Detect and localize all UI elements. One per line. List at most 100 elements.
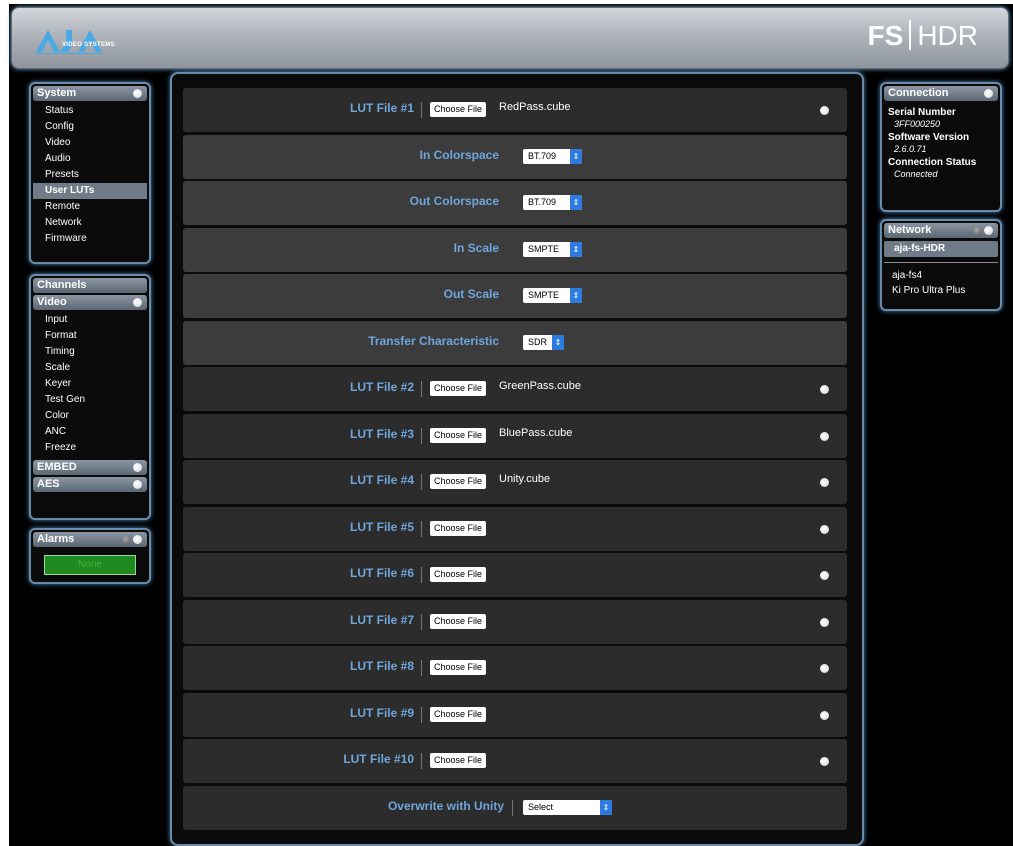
system-panel-header[interactable]: System [33, 86, 147, 101]
sidebar-item-audio[interactable]: Audio [31, 151, 149, 167]
sidebar-item-status[interactable]: Status [31, 103, 149, 119]
collapse-icon[interactable] [984, 89, 993, 98]
system-panel-title: System [37, 87, 77, 99]
choose-file-button[interactable]: Choose File [430, 567, 487, 582]
lut-setting-row: In Scale SMPTE ⇕ [183, 227, 847, 272]
select-value: BT.709 [528, 150, 557, 161]
sidebar-item-video[interactable]: Video [31, 135, 149, 151]
expand-icon[interactable] [820, 106, 829, 115]
sidebar-item-remote[interactable]: Remote [31, 199, 149, 215]
app-window: VIDEO SYSTEMS FS HDR System Status Config V… [9, 4, 1013, 846]
alarms-panel-header[interactable]: Alarms [33, 532, 147, 547]
connection-panel-header[interactable]: Connection [884, 86, 998, 101]
row-divider [421, 567, 422, 583]
connection-status-label: Connection Status [888, 157, 977, 168]
connection-status-value: Connected [894, 169, 938, 179]
select-value: Select [528, 801, 554, 812]
choose-file-button[interactable]: Choose File [430, 102, 487, 117]
sidebar-item-firmware[interactable]: Firmware [31, 231, 149, 247]
header-bar: VIDEO SYSTEMS FS HDR [11, 7, 1009, 69]
sidebar-item-format[interactable]: Format [31, 328, 149, 344]
expand-icon[interactable] [820, 385, 829, 394]
lut-file-row: LUT File #6 Choose File [183, 553, 847, 597]
expand-icon[interactable] [820, 710, 829, 720]
expand-icon[interactable] [820, 524, 829, 534]
sidebar-item-user-luts[interactable]: User LUTs [33, 183, 147, 199]
choose-file-button[interactable]: Choose File [430, 381, 487, 396]
expand-icon[interactable] [133, 463, 142, 472]
collapse-icon[interactable] [133, 535, 142, 544]
lut-file-label: LUT File #3 [349, 426, 414, 441]
product-fs: FS [867, 20, 904, 51]
channels-panel-title: Channels [37, 279, 87, 291]
sidebar-item-test-gen[interactable]: Test Gen [31, 392, 149, 408]
lut-file-row: LUT File #8 Choose File [183, 646, 847, 690]
expand-icon[interactable] [820, 571, 829, 580]
network-device-item[interactable]: aja-fs4 [882, 268, 1000, 283]
row-divider [512, 799, 513, 816]
network-device-item[interactable]: Ki Pro Ultra Plus [882, 283, 1000, 298]
sidebar-item-timing[interactable]: Timing [31, 344, 149, 360]
product-separator [909, 20, 912, 50]
lut-setting-row: Out Colorspace BT.709 ⇕ [183, 181, 847, 225]
sidebar-item-keyer[interactable]: Keyer [31, 376, 149, 392]
collapse-icon[interactable] [133, 89, 142, 98]
collapse-icon[interactable] [984, 226, 993, 235]
lut-setting-select[interactable]: SMPTE ⇕ [523, 241, 582, 257]
choose-file-button[interactable]: Choose File [430, 613, 487, 629]
aes-section-header[interactable]: AES [33, 477, 147, 492]
select-arrow-icon: ⇕ [570, 241, 582, 257]
expand-icon[interactable] [133, 480, 142, 489]
lut-setting-select[interactable]: SDR ⇕ [523, 334, 564, 350]
channels-panel-header[interactable]: Channels [33, 278, 147, 293]
lut-setting-select[interactable]: BT.709 ⇕ [523, 195, 582, 210]
lut-setting-select[interactable]: BT.709 ⇕ [523, 148, 582, 164]
video-section-header[interactable]: Video [33, 295, 147, 310]
sidebar-item-input[interactable]: Input [31, 312, 149, 328]
expand-icon[interactable] [820, 664, 829, 673]
lut-file-row: LUT File #1 Choose File RedPass.cube [183, 88, 847, 132]
link-icon[interactable] [973, 226, 982, 235]
lut-setting-row: In Colorspace BT.709 ⇕ [183, 134, 847, 179]
system-nav: Status Config Video Audio Presets User LUTs Re… [31, 103, 149, 247]
collapse-icon[interactable] [133, 298, 142, 307]
choose-file-button[interactable]: Choose File [430, 474, 487, 489]
connection-panel-title: Connection [888, 87, 949, 99]
choose-file-button[interactable]: Choose File [430, 753, 487, 768]
select-value: SMPTE [528, 243, 560, 254]
lut-file-name: BluePass.cube [499, 426, 573, 439]
lut-file-name: GreenPass.cube [499, 380, 581, 392]
expand-icon[interactable] [820, 617, 829, 627]
sidebar-item-config[interactable]: Config [31, 119, 149, 135]
expand-icon[interactable] [820, 757, 829, 766]
sidebar-item-scale[interactable]: Scale [31, 360, 149, 376]
sidebar-item-presets[interactable]: Presets [31, 167, 149, 183]
select-value: SDR [528, 336, 548, 347]
embed-section-header[interactable]: EMBED [33, 460, 147, 475]
choose-file-button[interactable]: Choose File [430, 706, 487, 722]
network-device-selected[interactable]: aja-fs-HDR [884, 241, 998, 257]
lut-file-label: LUT File #2 [349, 380, 414, 394]
sidebar-item-anc[interactable]: ANC [31, 424, 149, 440]
select-arrow-icon: ⇕ [600, 799, 612, 815]
alarm-status: None [44, 555, 136, 575]
lut-setting-select[interactable]: SMPTE ⇕ [523, 288, 582, 303]
product-hdr: HDR [917, 20, 978, 51]
logo-subtitle: VIDEO SYSTEMS [62, 42, 115, 48]
select-arrow-icon: ⇕ [570, 148, 582, 164]
sidebar-item-network[interactable]: Network [31, 215, 149, 231]
sidebar-item-color[interactable]: Color [31, 408, 149, 424]
lut-file-row: LUT File #5 Choose File [183, 506, 847, 551]
link-icon[interactable] [122, 535, 131, 544]
expand-icon[interactable] [820, 431, 829, 441]
row-divider [421, 427, 422, 444]
network-panel-header[interactable]: Network [884, 223, 998, 238]
choose-file-button[interactable]: Choose File [430, 660, 487, 675]
lut-file-row: LUT File #4 Choose File Unity.cube [183, 460, 847, 504]
expand-icon[interactable] [820, 478, 829, 487]
choose-file-button[interactable]: Choose File [430, 427, 487, 443]
choose-file-button[interactable]: Choose File [430, 520, 487, 536]
sidebar-item-freeze[interactable]: Freeze [31, 440, 149, 456]
overwrite-select[interactable]: Select ⇕ [523, 799, 612, 815]
product-name: FS HDR [868, 20, 978, 52]
